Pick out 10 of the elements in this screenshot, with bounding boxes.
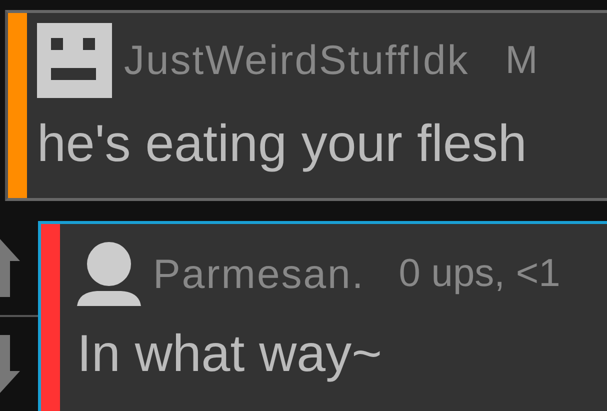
- downvote-icon[interactable]: [0, 335, 20, 394]
- comment-text: In what way~: [77, 328, 383, 380]
- upvote-icon[interactable]: [0, 239, 20, 298]
- username[interactable]: Parmesan.: [153, 250, 365, 298]
- avatar-icon: [77, 242, 141, 306]
- avatar-icon: [37, 23, 112, 98]
- comment-meta: M: [505, 38, 538, 82]
- comment-meta: 0 ups, <1: [398, 252, 560, 296]
- comment-text: he's eating your flesh: [37, 118, 528, 170]
- username[interactable]: JustWeirdStuffIdk: [124, 37, 470, 84]
